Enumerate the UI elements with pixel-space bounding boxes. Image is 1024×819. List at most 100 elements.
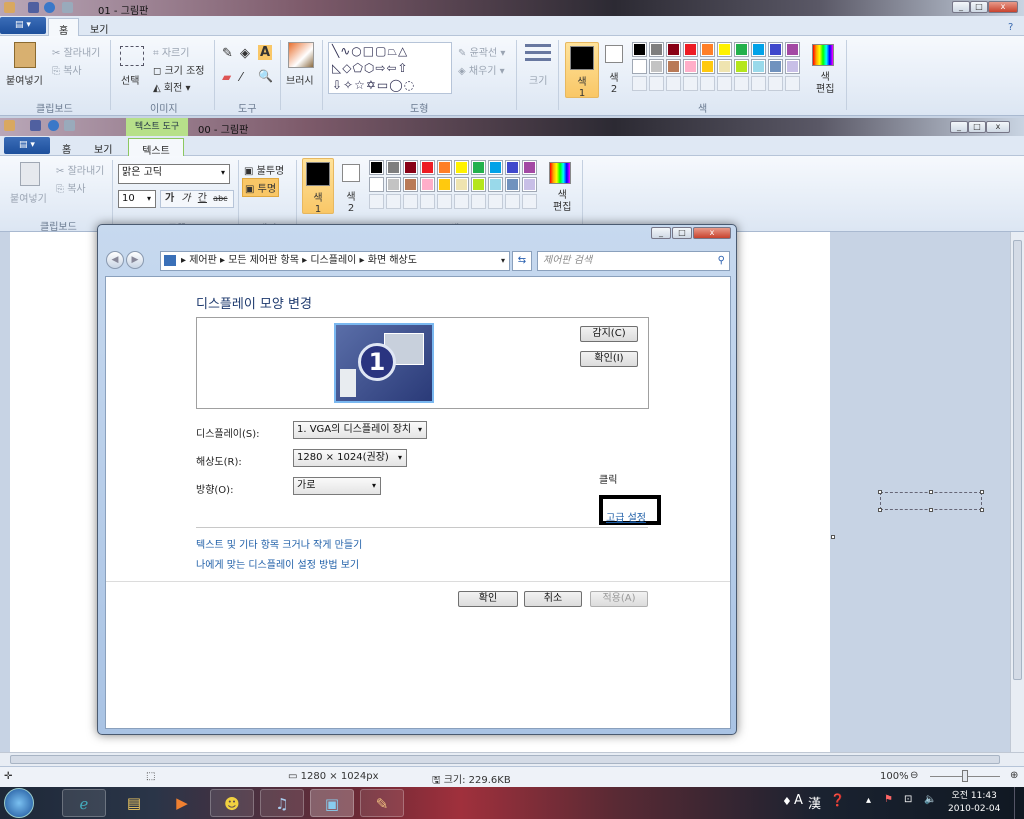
scrollbar-thumb[interactable] xyxy=(1013,240,1022,680)
language-bar-icon[interactable]: ♦ xyxy=(782,795,792,808)
shapes-gallery[interactable]: ╲∿○□▢⏢△ ◺◇⬠⬡⇨⇦⇧ ⇩✧☆✡▭◯◌ xyxy=(328,42,452,94)
close-button[interactable]: x xyxy=(986,121,1010,133)
palette-empty-slot[interactable] xyxy=(488,194,503,209)
taskbar-control-panel[interactable]: ▣ xyxy=(310,789,354,817)
maximize-button[interactable]: □ xyxy=(672,227,692,239)
breadcrumb-item[interactable]: 화면 해상도 xyxy=(368,255,417,266)
font-size-select[interactable]: 10 ▾ xyxy=(118,190,156,208)
display-select[interactable]: 1. VGA의 디스플레이 장치 ▾ xyxy=(293,421,427,439)
taskbar-internet-explorer[interactable]: ℯ xyxy=(62,789,106,817)
crop-button[interactable]: ⌗ 자르기 xyxy=(153,44,189,59)
resize-handle[interactable] xyxy=(980,508,984,512)
brushes-button[interactable]: 브러시 xyxy=(286,72,314,87)
palette-swatch[interactable] xyxy=(471,160,486,175)
palette-empty-slot[interactable] xyxy=(768,76,783,91)
palette-empty-slot[interactable] xyxy=(386,194,401,209)
color1-button[interactable]: 색1 xyxy=(302,158,334,215)
paint-menu-button[interactable]: ▤ ▾ xyxy=(4,137,50,154)
palette-empty-slot[interactable] xyxy=(454,194,469,209)
palette-empty-slot[interactable] xyxy=(403,194,418,209)
palette-empty-slot[interactable] xyxy=(632,76,647,91)
outline-button[interactable]: ✎ 윤곽선 ▾ xyxy=(458,44,505,59)
palette-swatch[interactable] xyxy=(505,177,520,192)
palette-swatch[interactable] xyxy=(666,42,681,57)
search-icon[interactable]: ⚲ xyxy=(718,252,725,270)
start-button[interactable] xyxy=(4,788,34,818)
close-button[interactable]: x xyxy=(693,227,731,239)
resize-handle[interactable] xyxy=(878,490,882,494)
cut-button[interactable]: ✂ 잘라내기 xyxy=(56,162,104,177)
eraser-tool[interactable]: ▰ xyxy=(222,70,231,84)
tab-home[interactable]: 홈 xyxy=(52,138,81,156)
palette-swatch[interactable] xyxy=(471,177,486,192)
maximize-button[interactable]: □ xyxy=(970,1,988,13)
paste-button[interactable]: 붙여넣기 xyxy=(6,72,43,87)
advanced-settings-link[interactable]: 고급 설정 xyxy=(606,509,646,524)
palette-swatch[interactable] xyxy=(700,42,715,57)
palette-swatch[interactable] xyxy=(522,160,537,175)
palette-swatch[interactable] xyxy=(734,59,749,74)
palette-swatch[interactable] xyxy=(768,42,783,57)
palette-swatch[interactable] xyxy=(768,59,783,74)
ime-hanja[interactable]: 漢 xyxy=(808,793,821,812)
palette-swatch[interactable] xyxy=(751,59,766,74)
palette-swatch[interactable] xyxy=(785,59,800,74)
redo-icon[interactable] xyxy=(62,2,73,13)
resize-handle[interactable] xyxy=(878,508,882,512)
back-button[interactable]: ◀ xyxy=(106,251,124,269)
palette-swatch[interactable] xyxy=(734,42,749,57)
palette-swatch[interactable] xyxy=(505,160,520,175)
paste-button[interactable]: 붙여넣기 xyxy=(10,190,47,205)
minimize-button[interactable]: _ xyxy=(651,227,671,239)
palette-swatch[interactable] xyxy=(369,177,384,192)
palette-empty-slot[interactable] xyxy=(522,194,537,209)
palette-swatch[interactable] xyxy=(683,42,698,57)
palette-swatch[interactable] xyxy=(488,177,503,192)
strikethrough-button[interactable]: abc xyxy=(213,194,227,203)
resize-button[interactable]: ◻ 크기 조정 xyxy=(153,62,204,77)
palette-swatch[interactable] xyxy=(751,42,766,57)
show-desktop-button[interactable] xyxy=(1014,787,1024,819)
edit-colors-icon[interactable] xyxy=(549,162,571,184)
maximize-button[interactable]: □ xyxy=(968,121,986,133)
color2-button[interactable]: 색2 xyxy=(603,42,625,98)
color2-button[interactable]: 색2 xyxy=(340,158,362,214)
close-button[interactable]: x xyxy=(988,1,1018,13)
palette-swatch[interactable] xyxy=(454,160,469,175)
identify-button[interactable]: 확인(I) xyxy=(580,351,638,367)
palette-empty-slot[interactable] xyxy=(369,194,384,209)
rotate-button[interactable]: ◭ 회전 ▾ xyxy=(153,79,190,94)
palette-empty-slot[interactable] xyxy=(734,76,749,91)
ok-button[interactable]: 확인 xyxy=(458,591,518,607)
palette-swatch[interactable] xyxy=(403,160,418,175)
save-icon[interactable] xyxy=(28,2,39,13)
palette-swatch[interactable] xyxy=(386,160,401,175)
zoom-in-button[interactable]: ⊕ xyxy=(1010,770,1018,781)
underline-button[interactable]: 간 xyxy=(198,193,207,204)
palette-empty-slot[interactable] xyxy=(700,76,715,91)
show-hidden-icons[interactable]: ▴ xyxy=(866,795,871,806)
palette-swatch[interactable] xyxy=(717,59,732,74)
ime-mode[interactable]: A xyxy=(794,793,803,808)
select-icon[interactable] xyxy=(120,46,144,66)
fill-tool[interactable]: ◈ xyxy=(240,46,250,61)
palette-swatch[interactable] xyxy=(488,160,503,175)
chevron-down-icon[interactable]: ▾ xyxy=(501,252,505,270)
help-icon[interactable]: ❓ xyxy=(830,793,845,807)
breadcrumb-item[interactable]: 디스플레이 xyxy=(310,255,356,266)
color1-button[interactable]: 색1 xyxy=(565,42,599,99)
resize-handle[interactable] xyxy=(929,490,933,494)
tab-home[interactable]: 홈 xyxy=(48,18,80,37)
canvas-resize-handle[interactable] xyxy=(831,535,835,539)
zoom-slider-thumb[interactable] xyxy=(962,770,968,782)
palette-swatch[interactable] xyxy=(700,59,715,74)
address-bar[interactable]: ▸ 제어판 ▸ 모든 제어판 항목 ▸ 디스플레이 ▸ 화면 해상도 ▾ xyxy=(160,251,510,271)
palette-swatch[interactable] xyxy=(632,59,647,74)
minimize-button[interactable]: _ xyxy=(950,121,968,133)
detect-button[interactable]: 감지(C) xyxy=(580,326,638,342)
monitor-1[interactable]: 1 xyxy=(334,323,434,403)
size-button[interactable]: 크기 xyxy=(529,72,547,87)
palette-swatch[interactable] xyxy=(420,177,435,192)
palette-empty-slot[interactable] xyxy=(683,76,698,91)
undo-icon[interactable] xyxy=(44,2,55,13)
